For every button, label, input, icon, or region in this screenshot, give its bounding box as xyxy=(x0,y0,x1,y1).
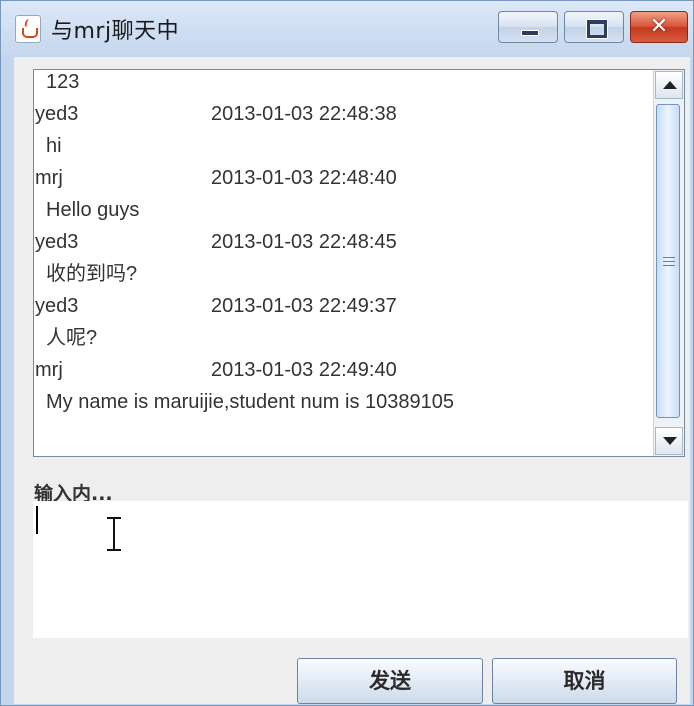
maximize-icon xyxy=(587,20,607,38)
minimize-icon xyxy=(521,30,539,36)
java-cup-icon[interactable] xyxy=(15,15,41,43)
chat-window: 与mrj聊天中 ✕ 123 yed3 2013-01-03 22:48:38 hi mr… xyxy=(0,0,694,706)
close-icon: ✕ xyxy=(649,14,669,39)
java-cup-mark xyxy=(22,28,38,38)
chat-timestamp: 2013-01-03 22:49:40 xyxy=(211,359,397,381)
send-button[interactable]: 发送 xyxy=(297,658,483,704)
arrow-down-icon xyxy=(663,437,677,445)
arrow-up-icon xyxy=(663,81,677,89)
chat-timestamp: 2013-01-03 22:48:40 xyxy=(211,167,397,189)
chat-sender: mrj xyxy=(35,167,63,189)
close-button[interactable]: ✕ xyxy=(630,11,688,43)
chat-message: hi xyxy=(46,135,62,157)
chat-sender: yed3 xyxy=(35,295,79,317)
message-input[interactable] xyxy=(33,501,688,638)
thumb-grip-line xyxy=(663,265,675,266)
minimize-button[interactable] xyxy=(498,11,558,43)
cancel-button[interactable]: 取消 xyxy=(492,658,677,704)
chat-sender: mrj xyxy=(35,359,63,381)
chat-sender: yed3 xyxy=(35,103,79,125)
maximize-button[interactable] xyxy=(564,11,624,43)
chat-timestamp: 2013-01-03 22:48:38 xyxy=(211,103,397,125)
scroll-up-button[interactable] xyxy=(655,71,683,99)
java-steam-mark xyxy=(23,19,34,27)
chat-message: 收的到吗? xyxy=(46,263,138,285)
chat-meta-line: yed3 2013-01-03 22:49:37 xyxy=(34,290,640,322)
text-caret xyxy=(36,506,38,534)
scroll-thumb[interactable] xyxy=(656,104,680,418)
chat-sender: yed3 xyxy=(35,231,79,253)
ibeam-cursor-icon xyxy=(106,517,122,551)
chat-history-pane[interactable]: 123 yed3 2013-01-03 22:48:38 hi mrj 2013-01-0… xyxy=(33,69,685,457)
chat-message: 人呢? xyxy=(46,327,98,349)
chat-meta-line: mrj 2013-01-03 22:48:40 xyxy=(34,162,640,194)
chat-message: 123 xyxy=(46,71,80,93)
chat-timestamp: 2013-01-03 22:48:45 xyxy=(211,231,397,253)
thumb-grip-line xyxy=(663,257,675,258)
chat-history[interactable]: 123 yed3 2013-01-03 22:48:38 hi mrj 2013-01-0… xyxy=(34,70,640,418)
chat-timestamp: 2013-01-03 22:49:37 xyxy=(211,295,397,317)
vertical-scrollbar[interactable] xyxy=(653,70,684,456)
chat-meta-line: yed3 2013-01-03 22:48:38 xyxy=(34,98,640,130)
chat-message: My name is maruijie,student num is 10389… xyxy=(46,391,454,413)
title-bar[interactable]: 与mrj聊天中 ✕ xyxy=(1,1,693,57)
chat-message: Hello guys xyxy=(46,199,140,221)
client-area: 123 yed3 2013-01-03 22:48:38 hi mrj 2013-01-0… xyxy=(14,57,690,704)
thumb-grip-line xyxy=(663,261,675,262)
chat-meta-line: yed3 2013-01-03 22:48:45 xyxy=(34,226,640,258)
window-title: 与mrj聊天中 xyxy=(51,19,180,44)
scroll-down-button[interactable] xyxy=(655,427,683,455)
chat-meta-line: mrj 2013-01-03 22:49:40 xyxy=(34,354,640,386)
